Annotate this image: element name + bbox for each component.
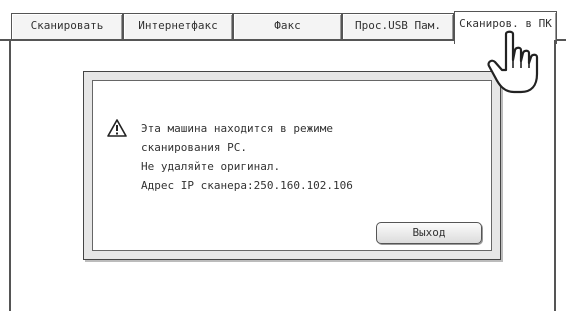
message-line-mode: Эта машина находится в режиме: [141, 122, 334, 135]
dialog-message: Эта машина находится в режиме сканирован…: [141, 119, 353, 195]
tab-scan[interactable]: Сканировать: [11, 13, 123, 39]
frame-left-border: [9, 39, 11, 311]
tab-usb-memory[interactable]: Прос.USB Пам.: [342, 13, 454, 39]
tab-baseline-left: [0, 39, 455, 41]
pc-scan-screen: Сканировать Интернетфакс Факс Прос.USB П…: [0, 0, 566, 311]
message-line-scanner-ip: Адрес IP сканера:250.160.102.106: [141, 179, 353, 192]
exit-button[interactable]: Выход: [376, 222, 482, 244]
hand-pointer-icon: [487, 30, 539, 94]
mode-tab-bar: Сканировать Интернетфакс Факс Прос.USB П…: [0, 0, 566, 44]
dialog-body: Эта машина находится в режиме сканирован…: [92, 80, 492, 251]
frame-right-border: [554, 40, 556, 311]
pc-scan-mode-dialog: Эта машина находится в режиме сканирован…: [83, 71, 501, 260]
message-line-pc-scan: сканирования PC.: [141, 141, 247, 154]
tab-internet-fax[interactable]: Интернетфакс: [123, 13, 233, 39]
tab-fax[interactable]: Факс: [233, 13, 342, 39]
warning-icon: [107, 119, 127, 137]
tab-baseline-right: [557, 39, 566, 41]
message-line-keep-original: Не удаляйте оригинал.: [141, 160, 281, 173]
